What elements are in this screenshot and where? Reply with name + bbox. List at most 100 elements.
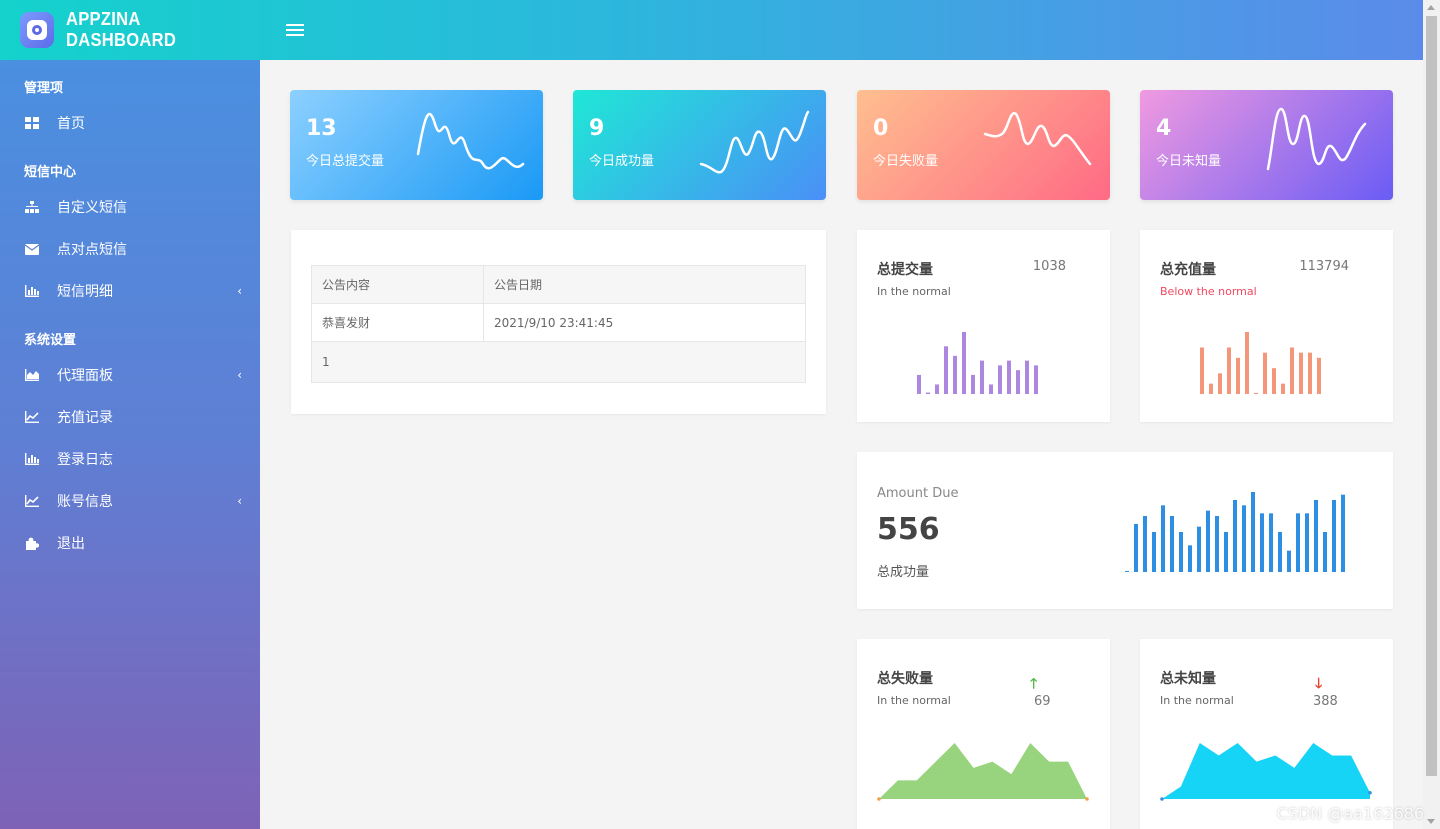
bar-mark [944,346,948,394]
scrollbar[interactable] [1423,0,1440,829]
bar-mark [1188,545,1192,572]
card-value: 388 [1313,694,1338,709]
card-status: In the normal [877,694,951,707]
bar-mark [1215,516,1219,572]
sidebar-item-label: 点对点短信 [57,242,127,258]
area-mark [1162,743,1370,799]
sidebar-section-title: 短信中心 [24,165,77,180]
brand[interactable]: APPZINA DASHBOARD [0,0,260,60]
sidebar-item-agent-panel[interactable]: 代理面板 ‹ [0,354,260,396]
card-total-submitted: 总提交量 1038 In the normal [857,230,1110,422]
bar-mark [1025,360,1029,394]
sidebar-item-login-log[interactable]: 登录日志 [0,438,260,480]
sidebar-item-home[interactable]: 首页 [0,102,260,144]
sidebar-item-logout[interactable]: 退出 [0,522,260,564]
table-header[interactable]: 公告内容 [311,265,484,304]
page-number[interactable]: 1 [311,341,806,383]
area-endpoint [877,797,881,801]
bar-mark [1269,513,1273,572]
bar-mark [953,355,957,394]
sparkline-icon [983,112,1092,166]
line-chart-icon [24,493,40,509]
puzzle-icon [24,535,40,551]
sidebar-item-label: 退出 [57,536,85,552]
stat-card-today-unknown[interactable]: 4 今日未知量 [1140,90,1393,200]
bar-mark [1007,360,1011,394]
sidebar: 管理项 首页 短信中心 自定义短信 点对点短信 短信明细 ‹ 系统设置 代理面板… [0,60,260,829]
bar-mark [962,332,966,394]
card-total-recharge: 总充值量 113794 Below the normal [1140,230,1393,422]
card-title: 总提交量 [877,262,933,278]
card-title: 总充值量 [1160,262,1216,278]
card-status: In the normal [877,285,951,298]
envelope-icon [24,241,40,257]
card-caption: 总成功量 [877,565,930,580]
bar-mark [1125,571,1129,572]
menu-toggle-icon[interactable] [286,21,304,39]
table-pager: 1 [311,341,806,383]
bar-mark [1200,347,1204,394]
bar-mark [1034,365,1038,394]
chevron-left-icon: ‹ [237,368,242,382]
card-title: 总未知量 [1160,671,1216,687]
bar-mark [1170,516,1174,572]
stat-card-today-failed[interactable]: 0 今日失败量 [857,90,1110,200]
bar-mark [1245,332,1249,394]
bar-mark [1224,532,1228,572]
card-amount-due: Amount Due 556 总成功量 [857,452,1393,609]
bar-mark [917,374,921,394]
area-chart [1160,743,1372,801]
stat-card-today-total[interactable]: 13 今日总提交量 [290,90,543,200]
bar-mark [1016,370,1020,394]
notice-panel: 公告内容 公告日期 恭喜发财 2021/9/10 23:41:45 1 [291,230,826,414]
table-row[interactable]: 恭喜发财 2021/9/10 23:41:45 [311,303,806,342]
stat-label: 今日成功量 [589,154,655,169]
stat-card-today-success[interactable]: 9 今日成功量 [573,90,826,200]
bar-chart [917,332,1038,394]
sidebar-item-account-info[interactable]: 账号信息 ‹ [0,480,260,522]
bar-mark [1308,352,1312,394]
stat-value: 0 [873,116,889,141]
scroll-down-icon[interactable] [1427,819,1435,824]
bar-mark [926,392,930,394]
card-label: Amount Due [877,486,959,501]
stat-value: 4 [1156,116,1172,141]
bar-mark [1263,352,1267,394]
bar-mark [971,374,975,394]
stat-label: 今日失败量 [873,154,939,169]
bar-mark [989,384,993,394]
bar-mark [1332,500,1336,572]
table-header[interactable]: 公告日期 [483,265,806,304]
bar-mark [1305,513,1309,572]
sparkline-icon [416,112,525,170]
bar-mark [935,384,939,394]
bar-mark [1251,492,1255,572]
bar-mark [1287,550,1291,572]
area-endpoint [1085,797,1089,801]
bar-mark [1233,500,1237,572]
bar-mark [1278,532,1282,572]
sidebar-item-sms-detail[interactable]: 短信明细 ‹ [0,270,260,312]
card-total-failed: 总失败量 In the normal 🡑 69 [857,639,1110,829]
card-total-unknown: 总未知量 In the normal 🡓 388 [1140,639,1393,829]
bar-mark [1161,505,1165,572]
line-chart-icon [24,409,40,425]
bar-mark [1179,532,1183,572]
bar-mark [998,365,1002,394]
bar-mark [1260,513,1264,572]
sitemap-icon [24,199,40,215]
sidebar-item-recharge-log[interactable]: 充值记录 [0,396,260,438]
scroll-thumb[interactable] [1426,16,1437,776]
bar-mark [1218,373,1222,394]
bar-mark [1317,357,1321,394]
bar-mark [1143,516,1147,572]
bar-mark [1296,513,1300,572]
sidebar-item-label: 登录日志 [57,452,113,468]
top-header: APPZINA DASHBOARD [0,0,1423,60]
bar-mark [1299,352,1303,394]
notice-table: 公告内容 公告日期 恭喜发财 2021/9/10 23:41:45 1 [311,265,806,383]
area-chart-icon [24,367,40,383]
sidebar-item-p2p-sms[interactable]: 点对点短信 [0,228,260,270]
sidebar-item-custom-sms[interactable]: 自定义短信 [0,186,260,228]
scroll-up-icon[interactable] [1427,5,1435,10]
